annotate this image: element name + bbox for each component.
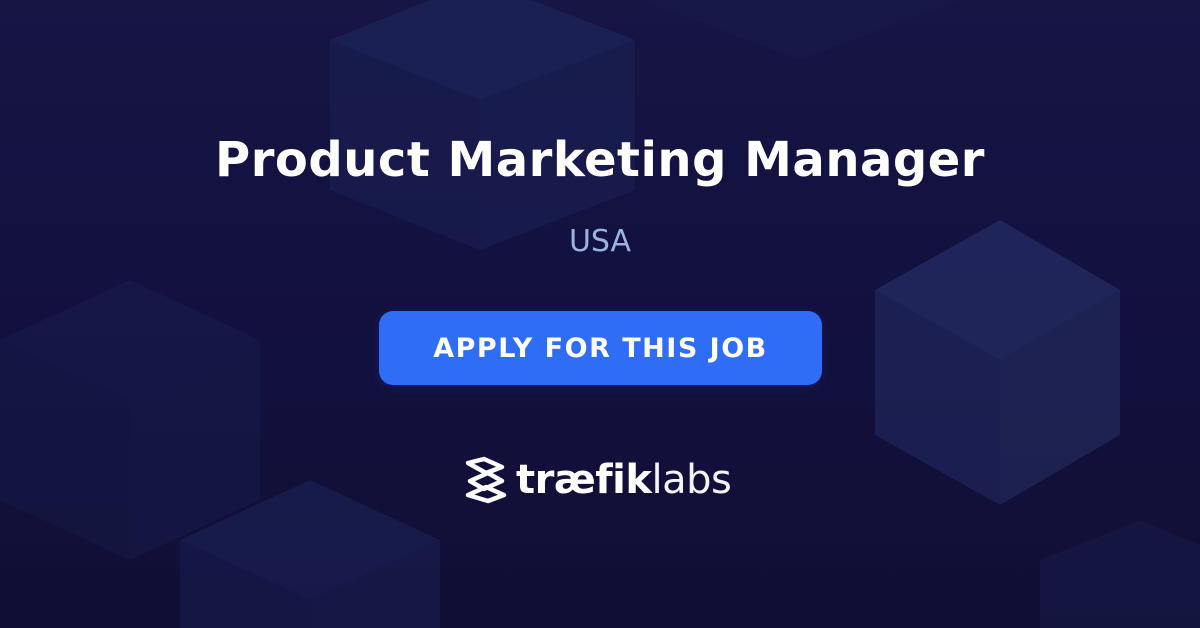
logo-wordmark-secondary: labs [651,457,732,503]
logo-wordmark-primary: træfik [516,457,652,503]
job-location: USA [568,224,632,259]
content-area: Product Marketing Manager USA APPLY FOR … [0,0,1200,628]
job-title: Product Marketing Manager [215,132,985,188]
logo-wordmark: træfiklabs [516,454,732,506]
apply-button[interactable]: APPLY FOR THIS JOB [379,311,822,385]
job-card: Product Marketing Manager USA APPLY FOR … [0,0,1200,628]
company-logo[interactable]: træfiklabs [462,454,732,506]
traefik-logo-icon [465,456,507,504]
